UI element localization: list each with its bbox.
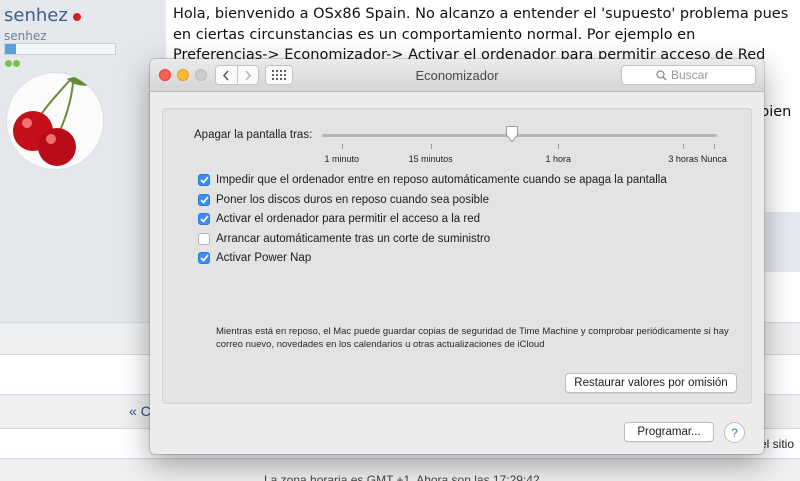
option-checkbox[interactable] (198, 252, 210, 264)
site-text-fragment: el sitio (760, 437, 795, 451)
option-checkbox[interactable] (198, 194, 210, 206)
previous-thread-link[interactable]: « C (129, 403, 151, 419)
option-row[interactable]: Poner los discos duros en reposo cuando … (198, 194, 489, 206)
option-label: Activar Power Nap (216, 252, 312, 264)
slider-tick (683, 144, 685, 149)
window-titlebar: Economizador (150, 59, 764, 92)
power-nap-description: Mientras está en reposo, el Mac puede gu… (216, 326, 729, 350)
slider-tick-label: 15 minutos (408, 154, 453, 164)
option-checkbox[interactable] (198, 213, 210, 225)
reputation-bar-fill (5, 44, 16, 54)
offline-status-icon (73, 13, 81, 21)
display-sleep-label: Apagar la pantalla tras: (194, 129, 313, 141)
option-row[interactable]: Activar Power Nap (198, 252, 311, 264)
search-icon (656, 69, 667, 80)
forum-user-title: senhez (4, 29, 47, 43)
reputation-icon (5, 60, 12, 67)
post-text: Hola, bienvenido a OSx86 Spain. No alcan… (173, 6, 789, 63)
option-label: Arrancar automáticamente tras un corte d… (216, 233, 491, 245)
slider-tick-label: 1 minuto (324, 154, 360, 164)
post-side-block (765, 212, 800, 272)
timezone-footer: La zona horaria es GMT +1. Ahora son las… (264, 473, 543, 481)
energy-saver-window: Economizador Apagar la pantalla tras: 1 … (150, 59, 764, 454)
checkmark-icon (199, 176, 209, 184)
option-label: Impedir que el ordenador entre en reposo… (216, 174, 667, 186)
display-sleep-slider-thumb[interactable] (505, 125, 519, 143)
slider-tick (430, 144, 432, 149)
checkmark-icon (199, 215, 209, 223)
cherries-icon (13, 77, 93, 166)
slider-tick (341, 144, 343, 149)
avatar[interactable] (6, 72, 104, 170)
slider-tick-label: 1 hora (545, 154, 571, 164)
slider-tick (713, 144, 715, 149)
restore-defaults-button[interactable]: Restaurar valores por omisión (565, 373, 737, 393)
option-label: Activar el ordenador para permitir el ac… (216, 213, 480, 225)
slider-tick-label: Nunca (700, 154, 727, 164)
schedule-button[interactable]: Programar... (624, 422, 714, 442)
option-checkbox[interactable] (198, 174, 210, 186)
checkmark-icon (199, 254, 209, 262)
display-sleep-slider[interactable] (322, 134, 717, 137)
reputation-bar (4, 43, 116, 55)
help-button[interactable]: ? (724, 422, 745, 443)
option-checkbox[interactable] (198, 233, 210, 245)
checkmark-icon (199, 196, 209, 204)
option-label: Poner los discos duros en reposo cuando … (216, 194, 489, 206)
slider-tick (558, 144, 560, 149)
search-field[interactable] (621, 65, 756, 85)
option-row[interactable]: Arrancar automáticamente tras un corte d… (198, 233, 490, 245)
slider-tick-label: 3 horas (668, 154, 699, 164)
option-row[interactable]: Activar el ordenador para permitir el ac… (198, 213, 480, 225)
post-text-fragment: bien (760, 104, 792, 120)
settings-panel: Apagar la pantalla tras: 1 minuto 15 minu… (162, 108, 752, 404)
option-row[interactable]: Impedir que el ordenador entre en reposo… (198, 174, 667, 186)
reputation-icon (13, 60, 20, 67)
forum-username[interactable]: senhez (4, 5, 68, 26)
search-input[interactable] (671, 68, 721, 82)
